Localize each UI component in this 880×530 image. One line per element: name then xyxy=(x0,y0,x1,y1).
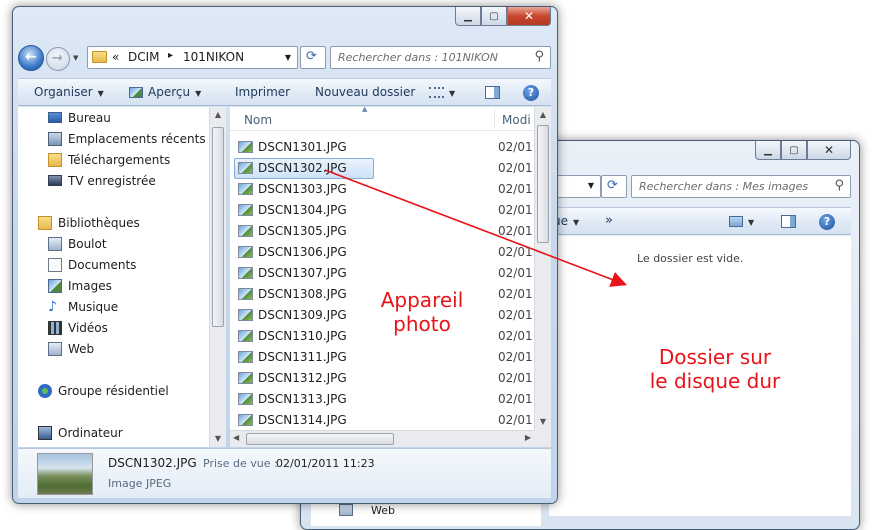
annotation-hard-disk-folder: Dossier sur le disque dur xyxy=(649,345,781,393)
annotation-camera: Appareil photo xyxy=(380,288,464,336)
annotation-arrow xyxy=(324,169,627,287)
